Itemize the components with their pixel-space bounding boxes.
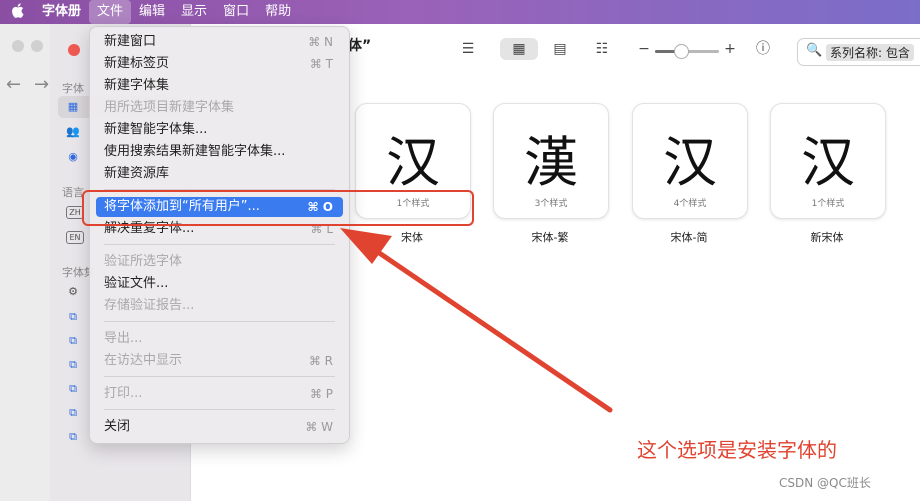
annotation-highlight-box <box>82 190 474 226</box>
menu-view[interactable]: 显示 <box>173 0 215 24</box>
menu-bar: 字体册 文件 编辑 显示 窗口 帮助 <box>0 0 920 24</box>
font-name: 宋体-繁 <box>531 231 569 244</box>
strip-view-icon[interactable]: ▤ <box>549 38 571 60</box>
file-menu-dropdown: 新建窗口 ⌘ N 新建标签页 ⌘ T 新建字体集 用所选项目新建字体集 新建智能字体… <box>89 26 350 444</box>
menu-item-new-tab[interactable]: 新建标签页 ⌘ T <box>96 54 343 74</box>
annotation-text: 这个选项是安装字体的 <box>637 438 837 462</box>
collection-icon[interactable]: ⧉ <box>66 406 80 420</box>
search-icon: 🔍 <box>806 43 823 58</box>
filter-icon[interactable]: ☰ <box>457 38 479 60</box>
search-field[interactable]: 🔍 系列名称: 包含 <box>797 38 920 66</box>
menu-item-validate-file[interactable]: 验证文件... <box>96 274 343 294</box>
apple-menu-icon[interactable] <box>0 2 34 22</box>
menu-item-smart-collection-from-search[interactable]: 使用搜索结果新建智能字体集... <box>96 142 343 162</box>
menu-item-new-collection[interactable]: 新建字体集 <box>96 76 343 96</box>
gear-icon[interactable]: ⚙ <box>66 285 80 299</box>
collection-icon[interactable]: ⧉ <box>66 430 80 444</box>
zoom-slider-knob[interactable] <box>674 44 689 59</box>
en-badge: EN <box>66 231 84 244</box>
font-preview-glyph: 漢 <box>524 131 578 194</box>
font-name: 新宋体 <box>810 231 844 244</box>
sidebar-section-fonts: 字体 <box>62 82 84 95</box>
user-icon: ◉ <box>68 150 78 163</box>
minimize-window-button[interactable] <box>31 40 43 52</box>
grid-view-icon[interactable]: ▦ <box>500 38 538 60</box>
font-preview-glyph: 汉 <box>801 131 855 194</box>
collection-icon[interactable]: ⧉ <box>66 334 80 348</box>
window-title: 体” <box>348 38 372 54</box>
menu-item-new-smart-collection[interactable]: 新建智能字体集... <box>96 120 343 140</box>
back-arrow-icon[interactable]: ← <box>6 74 21 95</box>
close-window-button[interactable] <box>68 44 80 56</box>
font-preview-glyph: 汉 <box>386 131 440 194</box>
menu-item-new-collection-from-selection: 用所选项目新建字体集 <box>104 100 235 115</box>
users-icon: 👥 <box>66 125 80 138</box>
menu-file[interactable]: 文件 <box>89 0 132 24</box>
menu-help[interactable]: 帮助 <box>257 0 299 24</box>
collection-icon[interactable]: ⧉ <box>66 382 80 396</box>
menu-edit[interactable]: 编辑 <box>131 0 173 24</box>
font-style-count: 1个样式 <box>811 199 845 209</box>
sidebar-section-language: 语言 <box>62 186 84 199</box>
forward-arrow-icon[interactable]: → <box>34 74 49 95</box>
menu-item-validate-selected: 验证所选字体 <box>104 254 183 269</box>
font-style-count: 4个样式 <box>673 199 707 209</box>
font-card[interactable]: 漢 3个样式 <box>493 103 609 219</box>
menu-item-save-validation-report: 存储验证报告... <box>104 298 195 313</box>
font-name: 宋体 <box>401 231 423 244</box>
watermark: CSDN @QC班长 <box>779 476 871 490</box>
menu-item-new-library[interactable]: 新建资源库 <box>96 164 343 184</box>
info-icon[interactable]: ⓘ <box>752 38 774 60</box>
font-card[interactable]: 汉 4个样式 <box>632 103 748 219</box>
search-token[interactable]: 系列名称: 包含 <box>826 44 914 61</box>
font-preview-glyph: 汉 <box>663 131 717 194</box>
close-window-button[interactable] <box>12 40 24 52</box>
font-style-count: 3个样式 <box>534 199 568 209</box>
menu-item-print: 打印... ⌘ P <box>104 386 333 401</box>
font-card[interactable]: 汉 1个样式 <box>770 103 886 219</box>
menu-window[interactable]: 窗口 <box>215 0 257 24</box>
menu-font-book[interactable]: 字体册 <box>34 0 89 24</box>
menu-separator <box>104 244 335 245</box>
menu-item-new-window[interactable]: 新建窗口 ⌘ N <box>96 32 343 52</box>
zoom-in-icon[interactable]: + <box>719 38 741 60</box>
menu-separator <box>104 409 335 410</box>
menu-item-export: 导出... <box>104 331 143 346</box>
collection-icon[interactable]: ⧉ <box>66 310 80 324</box>
menu-item-show-in-finder: 在访达中显示 ⌘ R <box>104 353 333 368</box>
grid-icon: ▦ <box>67 100 79 113</box>
zoom-out-icon[interactable]: − <box>633 38 655 60</box>
menu-item-close[interactable]: 关闭 ⌘ W <box>96 417 343 437</box>
menu-separator <box>104 376 335 377</box>
list-view-icon[interactable]: ☷ <box>591 38 613 60</box>
collection-icon[interactable]: ⧉ <box>66 358 80 372</box>
menu-separator <box>104 321 335 322</box>
font-name: 宋体-简 <box>670 231 708 244</box>
